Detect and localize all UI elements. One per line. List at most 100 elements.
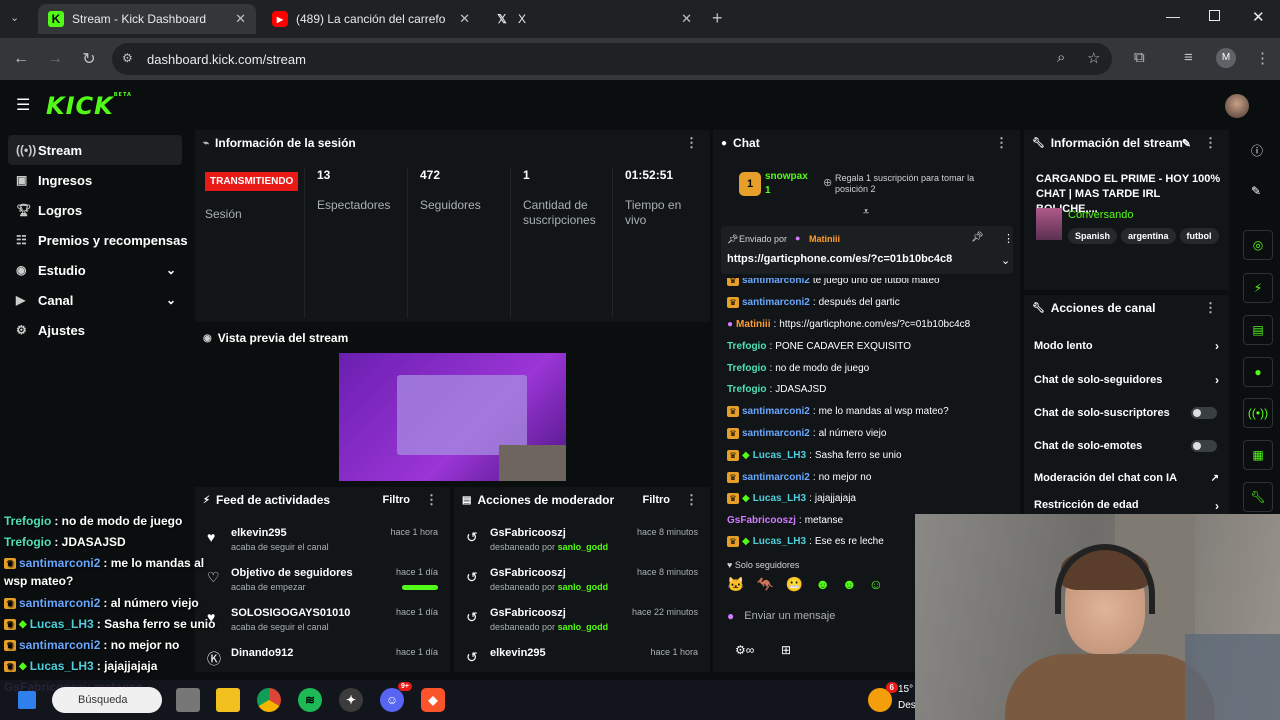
- chrome-icon[interactable]: [257, 688, 281, 712]
- emote-icon[interactable]: ☻: [842, 576, 857, 598]
- slow-mode-row[interactable]: Modo lento ›: [1034, 331, 1219, 361]
- unpin-icon[interactable]: 📌︎: [971, 232, 984, 243]
- chat-link[interactable]: https://garticphone.com/es/?c=01b10bc4c8: [779, 319, 970, 330]
- chevron-down-icon[interactable]: ⌄: [1001, 254, 1010, 267]
- collapse-icon[interactable]: ⩡: [863, 206, 869, 219]
- tab-kick-dashboard[interactable]: K Stream - Kick Dashboard ✕: [38, 4, 256, 34]
- chat-input[interactable]: ● Enviar un mensaje: [727, 604, 917, 628]
- more-options-icon[interactable]: ⋮: [425, 492, 438, 508]
- chat-tool-icon[interactable]: ●: [1243, 357, 1273, 387]
- media-control-icon[interactable]: ≡: [1184, 49, 1193, 66]
- zoom-icon[interactable]: ⌕: [1057, 49, 1065, 66]
- chat-settings-icon[interactable]: ⚙∞: [735, 643, 754, 657]
- close-tab-icon[interactable]: ✕: [459, 11, 470, 27]
- emote-icon[interactable]: ☻: [815, 576, 830, 598]
- minimize-icon[interactable]: —: [1166, 8, 1180, 24]
- more-options-icon[interactable]: ⋮: [1204, 135, 1217, 151]
- chat-user[interactable]: Trefogio: [727, 341, 766, 352]
- tag[interactable]: Spanish: [1068, 228, 1118, 244]
- lightning-tool-icon[interactable]: ⚡︎: [1243, 273, 1273, 303]
- category-name[interactable]: Conversando: [1068, 209, 1133, 221]
- chat-user[interactable]: santimarconi2: [742, 472, 810, 483]
- kick-logo[interactable]: KICKBETA: [46, 92, 132, 120]
- chat-user[interactable]: Trefogio: [727, 384, 766, 395]
- filter-button[interactable]: Filtro: [383, 494, 411, 506]
- task-view-icon[interactable]: [176, 688, 200, 712]
- reload-icon[interactable]: ↻: [72, 49, 106, 69]
- weather-icon[interactable]: 6: [868, 682, 898, 712]
- chat-user[interactable]: santimarconi2: [742, 406, 810, 417]
- close-tab-icon[interactable]: ✕: [235, 11, 246, 27]
- sidebar-item-premios[interactable]: ☷ Premios y recompensas: [0, 225, 190, 255]
- sidebar-item-estudio[interactable]: ◉ Estudio ⌄: [0, 255, 190, 285]
- pinned-link[interactable]: https://garticphone.com/es/?c=01b10bc4c8: [727, 253, 952, 265]
- filter-button[interactable]: Filtro: [643, 494, 671, 506]
- back-icon[interactable]: ←: [4, 50, 38, 68]
- chat-user[interactable]: Trefogio: [727, 363, 766, 374]
- wrench-tool-icon[interactable]: 🔧︎: [1243, 482, 1273, 512]
- user-avatar[interactable]: [1225, 94, 1249, 118]
- extensions-icon[interactable]: ⧉: [1134, 49, 1145, 66]
- tag[interactable]: argentina: [1121, 228, 1176, 244]
- taskbar-search[interactable]: Búsqueda: [52, 687, 162, 713]
- tab-youtube[interactable]: ▶ (489) La canción del carrefour - ✕: [262, 4, 480, 34]
- followers-only-row[interactable]: Chat de solo-seguidores ›: [1034, 365, 1219, 395]
- subscribers-only-toggle[interactable]: [1191, 407, 1217, 419]
- edit-pencil-icon[interactable]: ✎: [1182, 137, 1191, 150]
- sidebar-item-ingresos[interactable]: ▣ Ingresos: [0, 165, 190, 195]
- hamburger-menu-icon[interactable]: ☰: [16, 95, 30, 115]
- chat-user[interactable]: santimarconi2: [742, 297, 810, 308]
- sidebar-item-stream[interactable]: ((•)) Stream: [8, 135, 182, 165]
- site-info-icon[interactable]: ⚙: [122, 51, 133, 65]
- tag[interactable]: futbol: [1179, 228, 1219, 244]
- gift-box-icon[interactable]: ⊞: [781, 643, 791, 657]
- emotes-only-toggle[interactable]: [1191, 440, 1217, 452]
- info-icon[interactable]: ⓘ: [1251, 142, 1263, 159]
- emote-icon[interactable]: 😬: [786, 576, 803, 598]
- close-window-icon[interactable]: ✕: [1252, 8, 1265, 26]
- chat-user[interactable]: Matiniii: [736, 319, 770, 330]
- sidebar-item-canal[interactable]: ▶ Canal ⌄: [0, 285, 190, 315]
- chat-user[interactable]: Lucas_LH3: [753, 493, 806, 504]
- tab-x[interactable]: 𝕏 X ✕: [484, 4, 702, 34]
- ai-moderation-row[interactable]: Moderación del chat con IA ↗: [1034, 463, 1219, 493]
- pinned-options-icon[interactable]: ⋮: [1003, 232, 1014, 245]
- app-icon[interactable]: ✦: [339, 688, 363, 712]
- bookmark-star-icon[interactable]: ☆: [1087, 49, 1100, 67]
- mic-icon[interactable]: ●: [727, 609, 734, 623]
- chat-user[interactable]: GsFabricooszj: [727, 515, 796, 526]
- profile-avatar[interactable]: M: [1216, 48, 1236, 68]
- layout-tool-icon[interactable]: ▦: [1243, 440, 1273, 470]
- camera-tool-icon[interactable]: ◎: [1243, 230, 1273, 260]
- file-explorer-icon[interactable]: [216, 688, 240, 712]
- new-tab-icon[interactable]: +: [712, 8, 723, 29]
- tab-search-icon[interactable]: ⌄: [10, 11, 19, 24]
- more-options-icon[interactable]: ⋮: [685, 135, 698, 151]
- emote-icon[interactable]: ☺: [869, 576, 883, 598]
- browser-menu-icon[interactable]: ⋮: [1255, 49, 1270, 67]
- sidebar-item-ajustes[interactable]: ⚙ Ajustes: [0, 315, 190, 345]
- chat-user[interactable]: Lucas_LH3: [753, 450, 806, 461]
- pinned-message[interactable]: 📌︎ Enviado por ● Matiniii 📌︎ ⋮ https://g…: [721, 226, 1014, 274]
- broadcast-tool-icon[interactable]: ((•)): [1243, 398, 1273, 428]
- more-options-icon[interactable]: ⋮: [995, 135, 1008, 151]
- maximize-icon[interactable]: [1209, 10, 1220, 21]
- close-tab-icon[interactable]: ✕: [681, 11, 692, 27]
- document-tool-icon[interactable]: ▤: [1243, 315, 1273, 345]
- windows-start-icon[interactable]: [18, 691, 36, 709]
- chat-user[interactable]: santimarconi2: [742, 428, 810, 439]
- stream-preview-video[interactable]: [339, 353, 566, 481]
- gifter-leaderboard[interactable]: 1 snowpax 1 ⊕ Regala 1 suscripción para …: [739, 170, 1009, 200]
- more-options-icon[interactable]: ⋮: [685, 492, 698, 508]
- more-options-icon[interactable]: ⋮: [1204, 300, 1217, 316]
- forward-icon[interactable]: →: [38, 50, 72, 68]
- spotify-icon[interactable]: ≋: [298, 688, 322, 712]
- edit-icon[interactable]: ✎: [1251, 184, 1261, 198]
- discord-icon[interactable]: ☺ 9+: [380, 682, 412, 712]
- emote-icon[interactable]: 🦘: [756, 576, 773, 598]
- brave-icon[interactable]: ◆: [421, 688, 445, 712]
- sidebar-item-logros[interactable]: 🏆︎ Logros: [0, 195, 190, 225]
- emote-icon[interactable]: 🐱: [727, 576, 744, 598]
- url-field[interactable]: ⚙ dashboard.kick.com/stream ⌕ ☆: [112, 43, 1112, 75]
- chat-user[interactable]: Lucas_LH3: [753, 536, 806, 547]
